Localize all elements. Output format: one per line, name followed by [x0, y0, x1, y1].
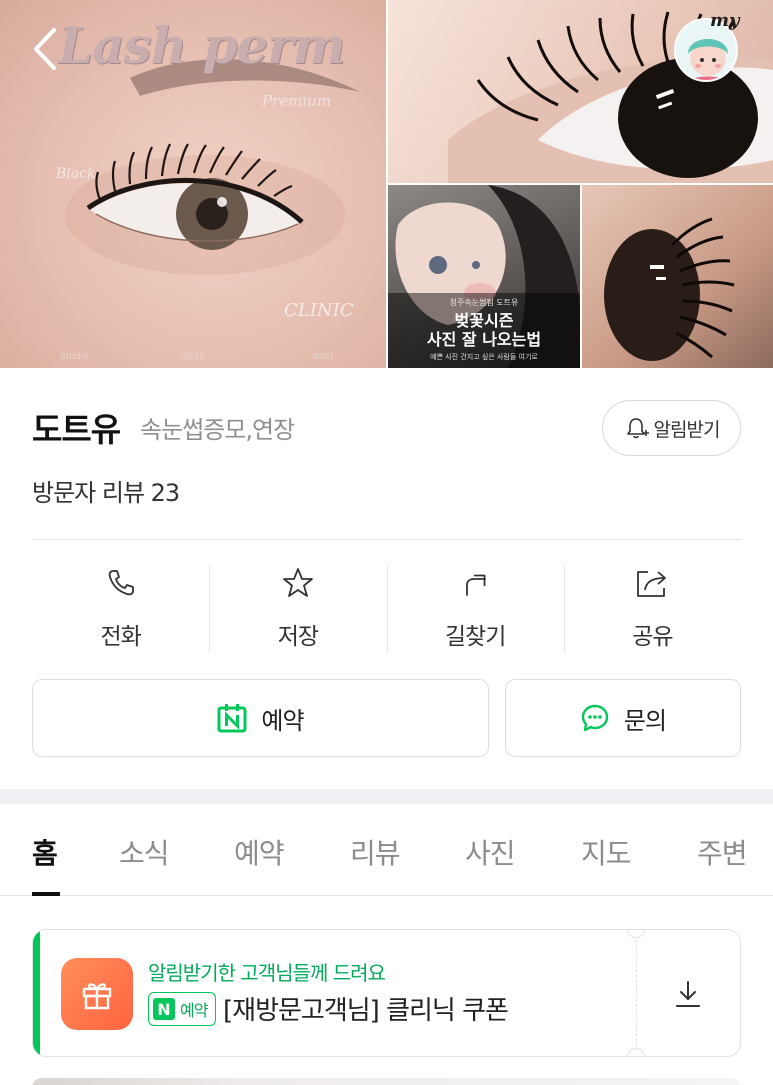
- premium-watermark: Premium: [262, 92, 332, 110]
- coupon-headline: 알림받기한 고객님들께 드려요: [148, 961, 386, 985]
- gallery-promo-photo[interactable]: 청주속눈썹펌 도트유 벚꽃시즌 사진 잘 나오는법 예쁜 사진 건지고 싶은 사…: [388, 185, 580, 368]
- coupon-title: [재방문고객님] 클리닉 쿠폰: [223, 996, 509, 1026]
- promo-title-line1: 벚꽃시즌: [454, 311, 514, 330]
- back-button[interactable]: [28, 26, 62, 72]
- coupon-notch-top: [627, 930, 645, 938]
- coupon-card[interactable]: 알림받기한 고객님들께 드려요 N 예약 [재방문고객님] 클리닉 쿠폰: [32, 929, 741, 1057]
- black-watermark: Black: [56, 166, 96, 182]
- clinic-watermark: CLINIC: [284, 300, 354, 321]
- tab-nearby[interactable]: 주변: [697, 832, 748, 872]
- naver-booking-badge: N 예약: [148, 992, 217, 1026]
- place-category: 속눈썹증모,연장: [140, 416, 295, 444]
- tab-booking[interactable]: 예약: [234, 832, 285, 872]
- bell-plus-icon: [626, 418, 649, 439]
- inquiry-label: 문의: [623, 706, 667, 735]
- tab-active-indicator: [32, 892, 60, 896]
- naver-booking-calendar-icon: [217, 704, 247, 733]
- share-label: 공유: [632, 624, 673, 650]
- footer-watermark-mid: 2025: [182, 352, 205, 362]
- divider: [32, 539, 741, 540]
- directions-label: 길찾기: [444, 624, 506, 650]
- inquiry-button[interactable]: 문의: [505, 679, 741, 757]
- next-section-peek: [32, 1078, 741, 1085]
- gift-badge: [61, 958, 133, 1030]
- coupon-accent-strip: [33, 930, 40, 1056]
- save-label: 저장: [277, 624, 319, 650]
- star-icon: [282, 568, 313, 597]
- call-button[interactable]: 전화: [32, 563, 209, 655]
- phone-icon: [108, 570, 134, 596]
- chat-bubble-icon: [581, 704, 609, 732]
- share-button[interactable]: 공유: [563, 563, 741, 655]
- my-label: my: [710, 10, 740, 31]
- section-divider: [0, 789, 773, 804]
- tab-photos[interactable]: 사진: [465, 832, 516, 872]
- tab-reviews[interactable]: 리뷰: [350, 832, 401, 872]
- side-lash-illustration: [604, 217, 735, 361]
- reserve-button[interactable]: 예약: [32, 679, 489, 757]
- call-label: 전화: [100, 624, 141, 650]
- visitor-review-count[interactable]: 방문자 리뷰 23: [32, 473, 180, 508]
- save-button[interactable]: 저장: [209, 563, 386, 655]
- notification-subscribe-button[interactable]: 알림받기: [602, 400, 741, 456]
- download-icon: [676, 981, 700, 1007]
- tab-bar: 홈 소식 예약 리뷰 사진 지도 주변: [0, 804, 773, 896]
- naver-booking-badge-text: 예약: [180, 1001, 208, 1020]
- chevron-left-icon: [34, 28, 56, 70]
- directions-icon: [466, 574, 487, 596]
- coupon-download-button[interactable]: [663, 974, 713, 1014]
- tab-home[interactable]: 홈: [32, 832, 58, 872]
- place-name: 도트유: [32, 410, 121, 449]
- coupon-notch-bottom: [627, 1048, 645, 1056]
- brand-watermark: Lash perm: [58, 16, 345, 75]
- quick-actions: 전화 저장 길찾기 공유: [32, 563, 741, 655]
- reserve-label: 예약: [261, 706, 304, 735]
- directions-button[interactable]: 길찾기: [386, 563, 564, 655]
- gallery-photo-4[interactable]: [582, 185, 773, 368]
- tab-map[interactable]: 지도: [581, 832, 632, 872]
- promo-shop-name: 청주속눈썹펌 도트유: [449, 298, 519, 307]
- footer-watermark-right: dotU: [312, 352, 334, 362]
- gift-icon: [82, 983, 112, 1010]
- promo-footer: 예쁜 사진 건지고 싶은 사람들 여기로: [430, 353, 538, 361]
- share-icon: [637, 571, 667, 597]
- my-profile-button[interactable]: my: [672, 10, 742, 84]
- footer-watermark-left: Studio: [60, 352, 89, 362]
- tab-news[interactable]: 소식: [119, 832, 170, 872]
- coupon-perforation: [636, 930, 637, 1056]
- promo-title-line2: 사진 잘 나오는법: [426, 330, 542, 349]
- notification-subscribe-label: 알림받기: [653, 418, 721, 441]
- photo-gallery[interactable]: Lash perm Premium Black CLINIC Studio 20…: [0, 0, 773, 368]
- naver-n-logo: N: [153, 998, 175, 1020]
